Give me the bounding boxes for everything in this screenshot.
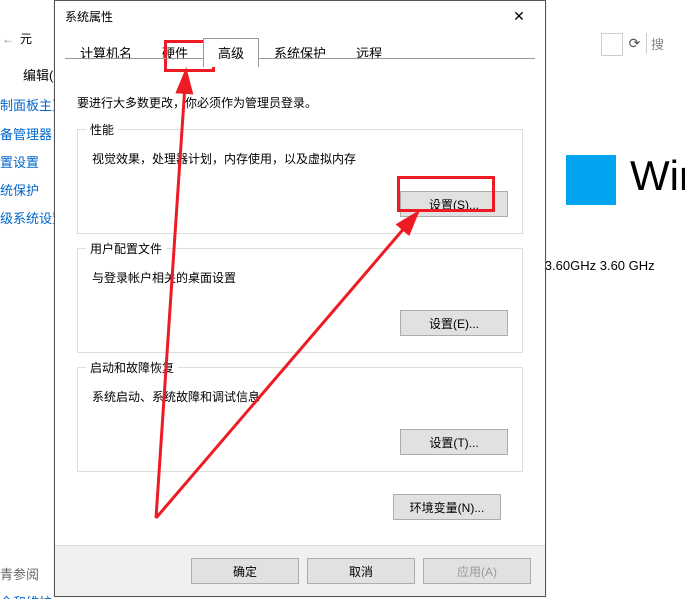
group-user-profiles-desc: 与登录帐户相关的桌面设置	[92, 269, 508, 286]
group-startup-recovery-legend: 启动和故障恢复	[86, 359, 178, 376]
breadcrumb-text: 元	[20, 30, 32, 47]
nav-back-icon: ←	[0, 31, 16, 47]
see-also-label: 青参阅	[0, 564, 39, 583]
group-user-profiles-legend: 用户配置文件	[86, 240, 166, 257]
startup-recovery-settings-button[interactable]: 设置(T)...	[400, 429, 508, 455]
group-performance-legend: 性能	[86, 121, 118, 138]
cancel-button[interactable]: 取消	[307, 558, 415, 584]
search-input-fragment[interactable]: 搜	[646, 33, 685, 54]
group-performance: 性能 视觉效果，处理器计划，内存使用，以及虚拟内存 设置(S)...	[77, 129, 523, 234]
group-user-profiles: 用户配置文件 与登录帐户相关的桌面设置 设置(E)...	[77, 248, 523, 353]
ok-button[interactable]: 确定	[191, 558, 299, 584]
address-bar-fragment[interactable]	[601, 33, 623, 56]
windows-logo-icon	[566, 155, 616, 205]
group-startup-recovery-desc: 系统启动、系统故障和调试信息	[92, 388, 508, 405]
dialog-content: 要进行大多数更改，你必须作为管理员登录。 性能 视觉效果，处理器计划，内存使用，…	[55, 66, 545, 520]
sidebar-item-system-protection[interactable]: 统保护	[0, 180, 39, 199]
tab-bar: 计算机名 硬件 高级 系统保护 远程	[55, 31, 545, 66]
sidebar-item-security-maintenance[interactable]: 全和维护	[0, 592, 52, 599]
tab-underline	[65, 58, 535, 59]
performance-settings-button[interactable]: 设置(S)...	[400, 191, 508, 217]
apply-button[interactable]: 应用(A)	[423, 558, 531, 584]
sidebar-item-remote-settings[interactable]: 置设置	[0, 152, 39, 171]
admin-required-text: 要进行大多数更改，你必须作为管理员登录。	[77, 94, 523, 111]
close-button[interactable]: ✕	[499, 2, 539, 30]
dialog-footer: 确定 取消 应用(A)	[55, 545, 545, 596]
sidebar-item-device-manager[interactable]: 备管理器	[0, 124, 52, 143]
dialog-title: 系统属性	[65, 8, 499, 25]
user-profiles-settings-button[interactable]: 设置(E)...	[400, 310, 508, 336]
breadcrumb-fragment: ← 元	[0, 30, 32, 47]
group-performance-desc: 视觉效果，处理器计划，内存使用，以及虚拟内存	[92, 150, 508, 167]
tab-hardware[interactable]: 硬件	[147, 38, 203, 67]
group-startup-recovery: 启动和故障恢复 系统启动、系统故障和调试信息 设置(T)...	[77, 367, 523, 472]
titlebar: 系统属性 ✕	[55, 1, 545, 31]
cpu-info-text: @ 3.60GHz 3.60 GHz	[528, 258, 655, 273]
system-properties-dialog: 系统属性 ✕ 计算机名 硬件 高级 系统保护 远程 要进行大多数更改，你必须作为…	[54, 0, 546, 597]
refresh-icon[interactable]: ⟳	[624, 33, 645, 54]
tab-system-protection[interactable]: 系统保护	[259, 38, 341, 67]
tab-advanced[interactable]: 高级	[203, 38, 259, 67]
tab-remote[interactable]: 远程	[341, 38, 397, 67]
windows-edition-text: Wir	[630, 152, 685, 200]
tab-computer-name[interactable]: 计算机名	[65, 38, 147, 67]
menu-edit-fragment[interactable]: 编辑(	[23, 65, 53, 84]
environment-variables-button[interactable]: 环境变量(N)...	[393, 494, 501, 520]
